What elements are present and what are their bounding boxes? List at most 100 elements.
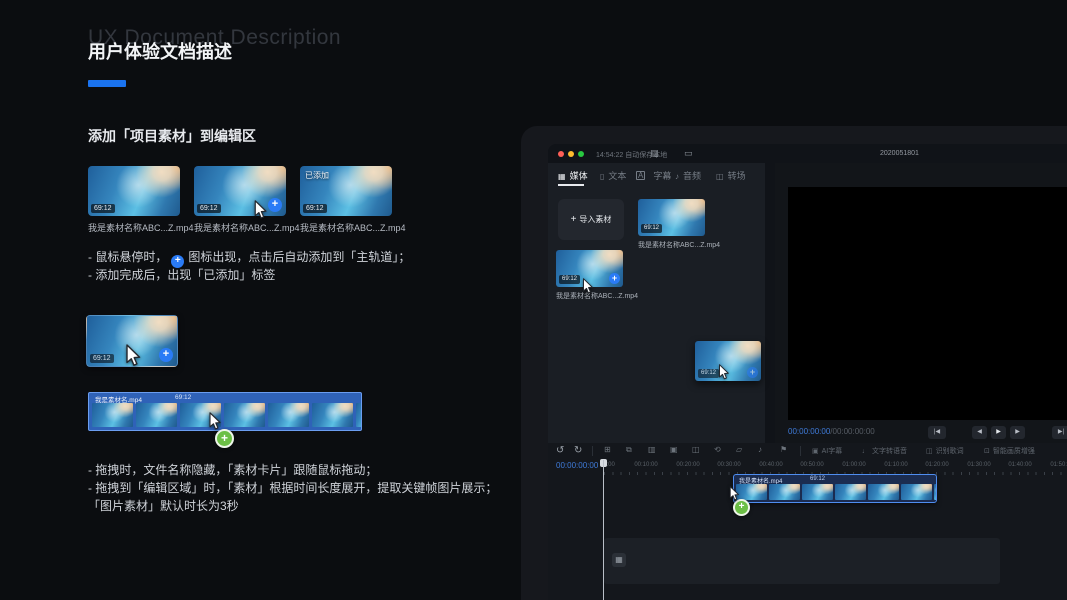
tab-label: 音频 bbox=[683, 171, 702, 181]
ai-subtitle-icon: ▣ bbox=[812, 448, 819, 455]
tab-label: 文本 bbox=[608, 171, 627, 181]
title-accent-bar bbox=[88, 80, 126, 87]
material-card-2-hovered[interactable]: 69:12 + bbox=[194, 166, 286, 216]
bullet-drag-1: - 拖拽时，文件名称隐藏，「素材卡片」跟随鼠标拖动； bbox=[88, 463, 378, 477]
ruler-label: 01:00:00 bbox=[842, 462, 866, 468]
play-button[interactable]: ▶ bbox=[991, 426, 1006, 439]
ai-subtitle-button[interactable]: ▣ AI字幕 bbox=[812, 446, 842, 456]
duration-badge: 69:12 bbox=[303, 204, 327, 213]
bullet-text: 图标出现，点击后自动添加到「主轨道」； bbox=[188, 250, 411, 264]
cursor-icon bbox=[583, 278, 593, 294]
keyframe bbox=[835, 484, 866, 500]
display-icon[interactable]: ▭ bbox=[684, 148, 693, 159]
add-to-track-icon: + bbox=[747, 367, 758, 378]
keyframe bbox=[901, 484, 932, 500]
text-icon: ▯ bbox=[600, 172, 605, 181]
tab-text[interactable]: ▯ 文本 bbox=[600, 169, 626, 182]
timeline-current-time: 00:00:00:00 bbox=[556, 461, 599, 470]
add-to-track-icon[interactable]: + bbox=[268, 198, 282, 212]
bullet-drag-2: - 拖拽到「编辑区域」时，「素材」根据时间长度展开，提取关键帧图片展示； bbox=[88, 481, 498, 495]
ruler-label: 01:20:00 bbox=[925, 462, 949, 468]
material-card-3-added[interactable]: 已添加 69:12 bbox=[300, 166, 392, 216]
copy-icon[interactable]: ⧉ bbox=[626, 445, 632, 455]
duration-badge: 69:12 bbox=[90, 354, 114, 363]
duration-badge: 69:12 bbox=[197, 204, 221, 213]
preview-timecode: 00:00:00:00/00:00:00:00 bbox=[788, 427, 875, 436]
material-filename: 我是素材名称ABC...Z.mp4 bbox=[194, 223, 300, 233]
tab-label: 转场 bbox=[727, 171, 746, 181]
traffic-light-minimize[interactable] bbox=[568, 151, 574, 157]
duration-badge: 69:12 bbox=[91, 204, 115, 213]
next-frame-button[interactable]: ▶ bbox=[1010, 426, 1025, 439]
button-label: 文字转语音 bbox=[872, 448, 907, 455]
tab-label: 字幕 bbox=[653, 171, 672, 181]
section-heading: 添加「项目素材」到编辑区 bbox=[88, 128, 256, 144]
add-to-track-icon[interactable]: + bbox=[609, 273, 620, 284]
clip-duration: 69:12 bbox=[810, 476, 826, 482]
keyframe bbox=[934, 484, 936, 500]
enhance-quality-icon: ⊡ bbox=[984, 448, 990, 455]
panel-filename: 我是素材名称ABC...Z.mp4 bbox=[638, 242, 721, 249]
keyframe bbox=[868, 484, 899, 500]
preview-monitor bbox=[788, 187, 1067, 420]
crop-icon[interactable]: ▱ bbox=[736, 445, 742, 454]
keyframe bbox=[92, 403, 133, 427]
main-track-row[interactable]: ▦ bbox=[604, 538, 1000, 584]
timeline-clip[interactable]: 我是素材名.mp4 69:12 bbox=[733, 474, 937, 503]
button-label: 智能画质增强 bbox=[992, 448, 1035, 455]
traffic-light-close[interactable] bbox=[558, 151, 564, 157]
enhance-quality-button[interactable]: ⊡ 智能画质增强 bbox=[984, 446, 1035, 456]
freeze-icon[interactable]: ▣ bbox=[670, 445, 678, 454]
mark-icon[interactable]: ⚑ bbox=[780, 445, 787, 454]
lyrics-recognition-button[interactable]: ◫ 识别歌词 bbox=[926, 446, 964, 456]
audio-icon: ♪ bbox=[675, 172, 679, 181]
prev-frame-button[interactable]: ◀ bbox=[972, 426, 987, 439]
toolbar-divider bbox=[800, 446, 801, 456]
bullet-hover-1: - 鼠标悬停时， + 图标出现，点击后自动添加到「主轨道」； bbox=[88, 248, 410, 268]
layout-icon[interactable]: ▤ bbox=[650, 148, 659, 159]
keyframe bbox=[224, 403, 265, 427]
mirror-icon[interactable]: ◫ bbox=[692, 445, 700, 454]
panel-material-1[interactable]: 69:12 bbox=[638, 199, 705, 236]
bullet-text: - 鼠标悬停时， bbox=[88, 250, 168, 264]
traffic-light-zoom[interactable] bbox=[578, 151, 584, 157]
timeline-clip-preview[interactable]: 我是素材名.mp4 69:12 bbox=[88, 392, 362, 431]
split-icon[interactable]: ⊞ bbox=[604, 445, 611, 454]
plus-icon: + bbox=[570, 214, 577, 225]
redo-icon[interactable]: ↻ bbox=[574, 445, 582, 456]
material-card-1[interactable]: 69:12 bbox=[88, 166, 180, 216]
text-to-speech-button[interactable]: ♩ 文字转语音 bbox=[862, 446, 907, 456]
keyframe bbox=[268, 403, 309, 427]
import-material-button[interactable]: + 导入素材 bbox=[558, 199, 624, 240]
cursor-icon bbox=[719, 364, 729, 380]
tab-media[interactable]: ▦ 媒体 bbox=[558, 169, 588, 182]
ruler-label: 01:50:00 bbox=[1050, 462, 1067, 468]
cursor-icon bbox=[254, 200, 267, 219]
mute-icon[interactable]: ♪ bbox=[758, 445, 762, 454]
ruler-label: 00:10:00 bbox=[634, 462, 658, 468]
add-to-track-icon[interactable]: + bbox=[159, 348, 173, 362]
active-tab-underline bbox=[558, 184, 584, 186]
tab-transition[interactable]: ◫ 转场 bbox=[716, 169, 746, 182]
import-label: 导入素材 bbox=[579, 215, 612, 224]
button-label: 识别歌词 bbox=[935, 448, 964, 455]
transition-icon: ◫ bbox=[716, 172, 724, 181]
page-title: 用户体验文档描述 bbox=[88, 42, 232, 62]
tab-audio[interactable]: ♪ 音频 bbox=[675, 169, 701, 182]
ruler-label: 00:40:00 bbox=[759, 462, 783, 468]
rotate-icon[interactable]: ⟲ bbox=[714, 445, 721, 454]
undo-icon[interactable]: ↺ bbox=[556, 445, 564, 456]
timecode-total: /00:00:00:00 bbox=[830, 427, 875, 436]
delete-icon[interactable]: ▥ bbox=[648, 445, 656, 454]
lyrics-recognition-icon: ◫ bbox=[926, 448, 933, 455]
bullet-drag-3: 「图片素材」默认时长为3秒 bbox=[88, 499, 239, 513]
skip-start-button[interactable]: |◀ bbox=[928, 426, 946, 439]
skip-end-button[interactable]: ▶| bbox=[1052, 426, 1067, 439]
cursor-icon bbox=[729, 486, 739, 501]
keyframe bbox=[802, 484, 833, 500]
tab-subtitle[interactable]: A 字幕 bbox=[636, 169, 671, 182]
keyframe bbox=[736, 484, 767, 500]
page: UX Document Description 用户体验文档描述 添加「项目素材… bbox=[0, 0, 1067, 600]
track-media-icon: ▦ bbox=[612, 553, 626, 567]
keyframe bbox=[312, 403, 353, 427]
